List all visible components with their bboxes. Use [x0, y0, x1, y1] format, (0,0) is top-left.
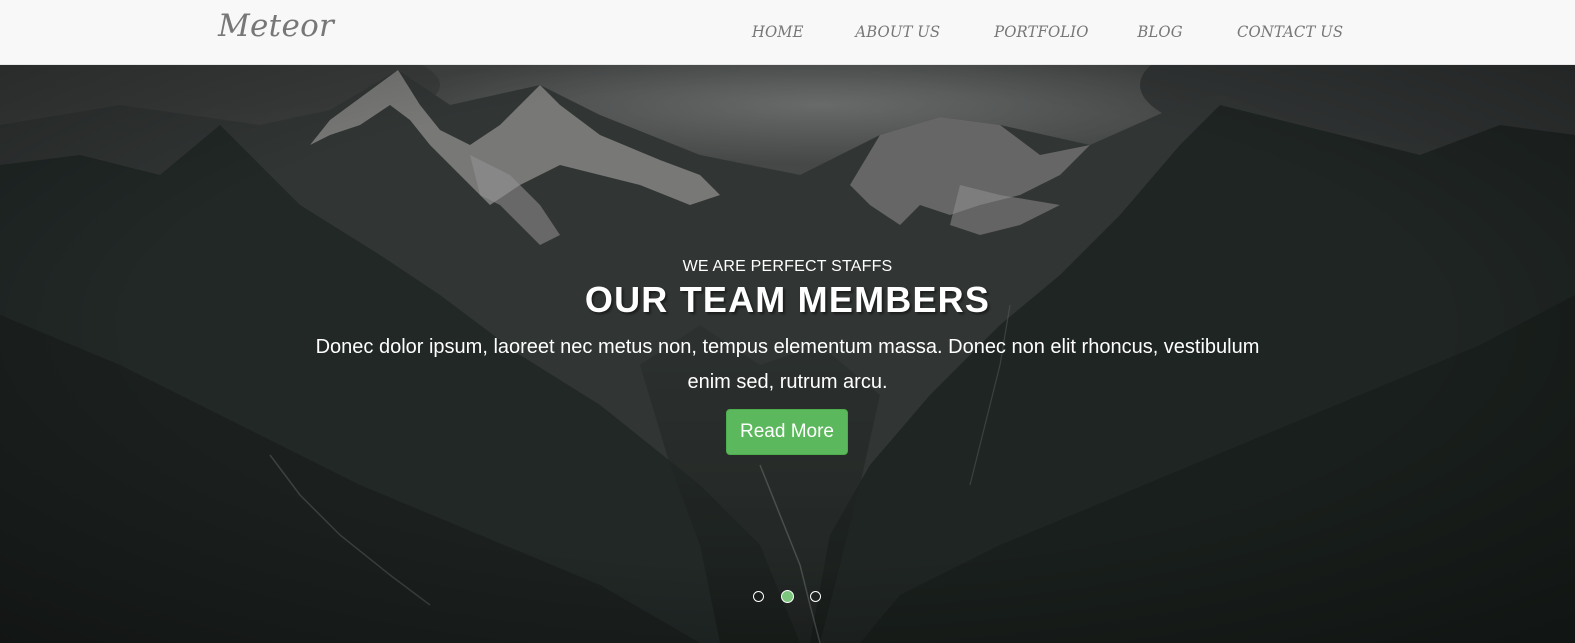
nav-link-contact-us[interactable]: CONTACT US	[1237, 22, 1343, 41]
top-navbar: Meteor HOME ABOUT US PORTFOLIO BLOG CONT…	[0, 0, 1575, 65]
nav-item-contact-us: CONTACT US	[1229, 22, 1343, 42]
read-more-button[interactable]: Read More	[726, 409, 848, 455]
slide-indicator-2[interactable]	[781, 590, 794, 603]
hero-description: Donec dolor ipsum, laoreet nec metus non…	[315, 336, 1260, 393]
nav-item-about-us: ABOUT US	[849, 22, 941, 42]
main-nav: HOME ABOUT US PORTFOLIO BLOG CONTACT US	[702, 0, 1343, 64]
brand-logo[interactable]: Meteor	[218, 8, 334, 44]
slide-indicator-3[interactable]	[810, 591, 821, 602]
hero-subtitle: WE ARE PERFECT STAFFS	[682, 258, 893, 275]
hero-title: OUR TEAM MEMBERS	[584, 279, 991, 320]
nav-link-blog[interactable]: BLOG	[1138, 22, 1183, 41]
nav-link-home[interactable]: HOME	[752, 22, 804, 41]
nav-item-blog: BLOG	[1134, 22, 1183, 42]
slider-indicators	[0, 590, 1575, 604]
nav-link-portfolio[interactable]: PORTFOLIO	[994, 22, 1088, 41]
nav-item-portfolio: PORTFOLIO	[987, 22, 1089, 42]
hero-slider: WE ARE PERFECT STAFFS OUR TEAM MEMBERS D…	[0, 65, 1575, 643]
nav-item-home: HOME	[748, 22, 804, 42]
nav-link-about-us[interactable]: ABOUT US	[856, 22, 941, 41]
slide-indicator-1[interactable]	[753, 591, 764, 602]
